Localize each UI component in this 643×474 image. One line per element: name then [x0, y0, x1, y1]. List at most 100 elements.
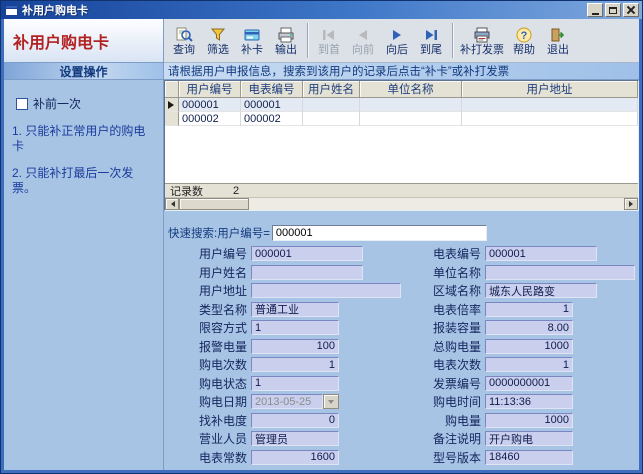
date-dropdown-button[interactable]: [323, 394, 339, 409]
scroll-left-button[interactable]: [165, 198, 179, 210]
scrollbar-track[interactable]: [249, 198, 624, 210]
toolbar-button-help[interactable]: ?帮助: [507, 20, 541, 61]
field-value[interactable]: 18460: [485, 450, 573, 465]
field-value[interactable]: [251, 283, 401, 298]
field-value[interactable]: 8.00: [485, 320, 573, 335]
next-icon: [388, 27, 406, 44]
form-row: 总购电量1000: [431, 339, 639, 354]
table-cell: 000002: [179, 112, 241, 126]
first-icon: [320, 27, 338, 44]
reissue-previous-checkbox-row: 补前一次: [16, 95, 163, 112]
field-value[interactable]: 1: [251, 376, 339, 391]
field-value[interactable]: 1600: [251, 450, 339, 465]
column-header[interactable]: 电表编号: [241, 81, 303, 98]
column-header[interactable]: 用户姓名: [303, 81, 360, 98]
form-area: 用户编号000001用户姓名用户地址类型名称普通工业限容方式1报警电量100购电…: [164, 242, 639, 470]
toolbar-separator: [452, 23, 453, 58]
field-value[interactable]: 000001: [485, 246, 597, 261]
grid-footer: 记录数 2: [165, 183, 638, 197]
app-window: 补用户购电卡 补用户购电卡 查询筛选补卡输出到首向前向后到尾补打发票?帮助退出 …: [0, 0, 643, 474]
column-header[interactable]: 用户地址: [462, 81, 638, 98]
toolbar-button-label: 退出: [547, 44, 569, 56]
toolbar-button-exit[interactable]: 退出: [541, 20, 575, 61]
last-icon: [422, 27, 440, 44]
toolbar-button-invoice[interactable]: 补打发票: [457, 20, 507, 61]
form-col-left: 用户编号000001用户姓名用户地址类型名称普通工业限容方式1报警电量100购电…: [197, 246, 403, 470]
toolbar-button-label: 到首: [318, 44, 340, 56]
field-value[interactable]: 100: [251, 339, 339, 354]
minimize-button[interactable]: [587, 3, 603, 17]
toolbar-button-label: 输出: [275, 44, 297, 56]
field-label: 报装容量: [431, 319, 481, 336]
toolbar-button-prev[interactable]: 向前: [346, 20, 380, 61]
field-value[interactable]: 普通工业: [251, 302, 339, 317]
table-row[interactable]: 000001000001: [165, 98, 638, 112]
field-value[interactable]: 0: [251, 413, 339, 428]
table-cell: [303, 98, 360, 112]
field-value[interactable]: 1: [251, 320, 339, 335]
close-button[interactable]: [623, 3, 639, 17]
grid-body[interactable]: 000001000001000002000002: [165, 98, 638, 183]
field-label: 营业人员: [197, 430, 247, 447]
form-row: 营业人员管理员: [197, 431, 403, 446]
toolbar-button-first[interactable]: 到首: [312, 20, 346, 61]
column-header[interactable]: 用户编号: [179, 81, 241, 98]
field-label: 购电状态: [197, 375, 247, 392]
field-label: 用户姓名: [197, 264, 247, 281]
form-row: 发票编号0000000001: [431, 376, 639, 391]
current-row-marker-icon: [168, 101, 178, 109]
field-value[interactable]: 管理员: [251, 431, 339, 446]
quick-search-input[interactable]: [272, 225, 487, 241]
titlebar[interactable]: 补用户购电卡: [1, 1, 642, 19]
table-row[interactable]: 000002000002: [165, 112, 638, 126]
field-value[interactable]: [251, 265, 363, 280]
field-value[interactable]: 0000000001: [485, 376, 573, 391]
table-cell: [303, 112, 360, 126]
toolbar-button-label: 补打发票: [460, 44, 504, 56]
field-value[interactable]: 2013-05-25: [251, 394, 323, 409]
column-header[interactable]: 单位名称: [360, 81, 462, 98]
field-label: 类型名称: [197, 301, 247, 318]
scroll-right-button[interactable]: [624, 198, 638, 210]
field-label: 备注说明: [431, 430, 481, 447]
search-icon: [175, 27, 193, 44]
form-row: 用户姓名: [197, 265, 403, 280]
form-row: 购电状态 1: [197, 376, 403, 391]
form-row: 电表编号000001: [431, 246, 639, 261]
quick-search: 快速搜索:用户编号=: [164, 224, 639, 242]
field-value[interactable]: 11:13:36: [485, 394, 573, 409]
toolbar-button-label: 向前: [352, 44, 374, 56]
table-cell: [360, 112, 462, 126]
horizontal-scrollbar[interactable]: [165, 197, 638, 210]
toolbar-button-search[interactable]: 查询: [167, 20, 201, 61]
field-value[interactable]: 1000: [485, 339, 573, 354]
toolbar-button-card[interactable]: 补卡: [235, 20, 269, 61]
field-label: 购电次数: [197, 356, 247, 373]
scrollbar-thumb[interactable]: [179, 198, 249, 210]
exit-icon: [549, 27, 567, 44]
field-value[interactable]: 1: [251, 357, 339, 372]
field-value[interactable]: [485, 265, 635, 280]
toolbar-button-next[interactable]: 向后: [380, 20, 414, 61]
toolbar-button-filter[interactable]: 筛选: [201, 20, 235, 61]
toolbar-button-export[interactable]: 输出: [269, 20, 303, 61]
reissue-previous-checkbox[interactable]: [16, 98, 28, 110]
table-cell: 000001: [179, 98, 241, 112]
sidebar-header: 设置操作: [4, 63, 163, 80]
field-value[interactable]: 1: [485, 302, 573, 317]
field-label: 型号版本: [431, 449, 481, 466]
field-value[interactable]: 开户购电: [485, 431, 573, 446]
field-value[interactable]: 1: [485, 357, 573, 372]
top-row: 补用户购电卡 查询筛选补卡输出到首向前向后到尾补打发票?帮助退出: [4, 19, 639, 63]
field-value[interactable]: 1000: [485, 413, 573, 428]
field-label: 购电时间: [431, 393, 481, 410]
toolbar-button-last[interactable]: 到尾: [414, 20, 448, 61]
field-label: 电表次数: [431, 356, 481, 373]
field-value[interactable]: 000001: [251, 246, 363, 261]
window-title: 补用户购电卡: [22, 2, 585, 18]
maximize-button[interactable]: [605, 3, 621, 17]
info-bar: 请根据用户申报信息，搜索到该用户的记录后点击“补卡”或补打发票: [164, 63, 639, 80]
field-value[interactable]: 城东人民路变: [485, 283, 597, 298]
field-label: 报警电量: [197, 338, 247, 355]
toolbar-button-label: 到尾: [420, 44, 442, 56]
